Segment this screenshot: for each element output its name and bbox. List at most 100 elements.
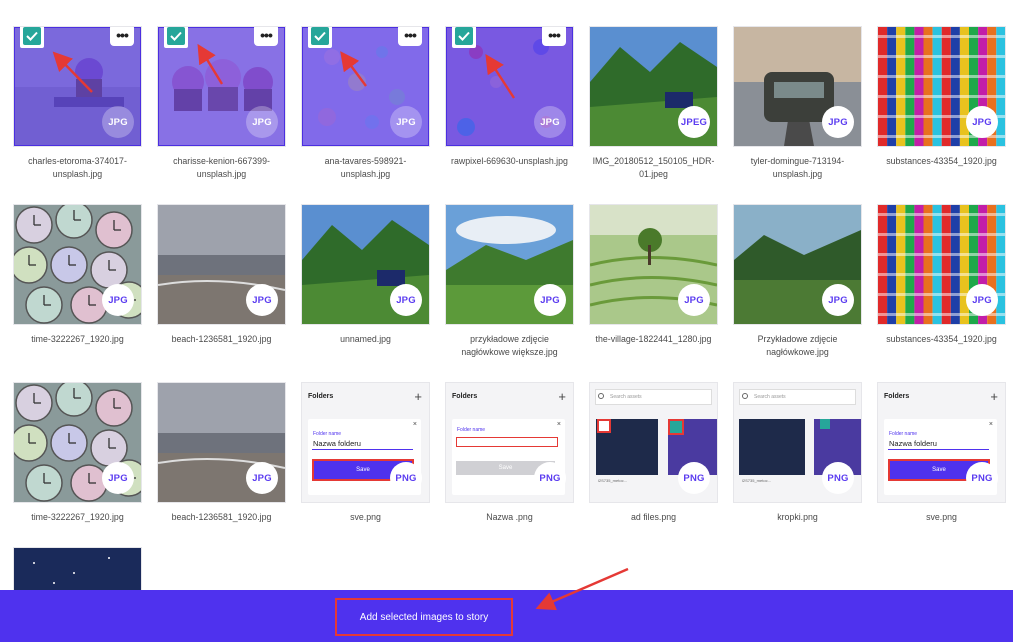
- select-checkbox[interactable]: [452, 27, 476, 48]
- asset-thumbnail[interactable]: JPG: [878, 205, 1005, 324]
- asset-thumbnail[interactable]: JPG: [14, 383, 141, 502]
- asset-thumbnail[interactable]: JPG: [878, 27, 1005, 146]
- asset-filename: the-village-1822441_1280.jpg: [595, 334, 712, 344]
- file-type-badge: PNG: [966, 462, 998, 494]
- asset-thumbnail[interactable]: JPG •••: [14, 27, 141, 146]
- add-selected-images-button[interactable]: Add selected images to story: [335, 598, 513, 636]
- file-type-badge: JPG: [246, 106, 278, 138]
- asset-thumbnail[interactable]: JPG: [14, 205, 141, 324]
- asset-filename: przykładowe zdjęcie nagłówkowe większe.j…: [461, 334, 558, 357]
- file-type-badge: JPG: [966, 106, 998, 138]
- asset-filename: Nazwa .png: [486, 512, 533, 522]
- asset-filename: unnamed.jpg: [340, 334, 391, 344]
- asset-thumbnail[interactable]: Search assets l2S735_metoc... PNG: [734, 383, 861, 502]
- asset-filename: tyler-domingue-713194-unsplash.jpg: [750, 156, 845, 179]
- file-type-badge: JPEG: [678, 106, 710, 138]
- file-type-badge: JPG: [390, 106, 422, 138]
- file-type-badge: PNG: [678, 462, 710, 494]
- asset-thumbnail[interactable]: JPG: [734, 205, 861, 324]
- mini-search-icon: [598, 393, 604, 399]
- asset-tile[interactable]: JPG substances-43354_1920.jpg: [878, 27, 1005, 168]
- asset-tile[interactable]: JPG beach-1236581_1920.jpg: [158, 205, 285, 346]
- asset-tile[interactable]: JPG ••• charles-etoroma-374017-unsplash.jp…: [14, 27, 141, 181]
- file-type-badge: PNG: [822, 462, 854, 494]
- select-checkbox[interactable]: [164, 27, 188, 48]
- asset-tile[interactable]: Folders + × Folder name Nazwa folderu Sa…: [302, 383, 429, 524]
- select-checkbox[interactable]: [20, 27, 44, 48]
- asset-tile[interactable]: JPG ••• rawpixel-669630-unsplash.jpg: [446, 27, 573, 168]
- asset-filename: kropki.png: [777, 512, 818, 522]
- mini-folder-name-value: Nazwa folderu: [313, 439, 361, 448]
- more-options-icon[interactable]: •••: [110, 27, 134, 46]
- asset-tile[interactable]: JPG time-3222267_1920.jpg: [14, 383, 141, 524]
- asset-filename: substances-43354_1920.jpg: [886, 334, 997, 344]
- check-icon: [167, 27, 185, 45]
- file-type-badge: PNG: [390, 462, 422, 494]
- asset-thumbnail[interactable]: JPG: [446, 205, 573, 324]
- asset-tile[interactable]: JPG Przykładowe zdjęcie nagłówkowe.jpg: [734, 205, 861, 359]
- asset-thumbnail[interactable]: JPG: [302, 205, 429, 324]
- asset-tile[interactable]: JPG przykładowe zdjęcie nagłówkowe większ…: [446, 205, 573, 359]
- more-options-icon[interactable]: •••: [254, 27, 278, 46]
- asset-tile[interactable]: JPEG IMG_20180512_150105_HDR-01.jpeg: [590, 27, 717, 181]
- asset-filename: sve.png: [350, 512, 381, 522]
- mini-folder-name-label: Folder name: [313, 431, 342, 437]
- mini-search-input: Search assets: [595, 389, 712, 405]
- asset-thumbnail[interactable]: JPG •••: [158, 27, 285, 146]
- asset-thumbnail[interactable]: JPG: [158, 383, 285, 502]
- asset-tile[interactable]: Search assets l2S735_metoc... PNG ad files…: [590, 383, 717, 524]
- mini-folders-title: Folders: [308, 393, 334, 400]
- mini-folder-name-label: Folder name: [889, 431, 918, 437]
- asset-filename: Przykładowe zdjęcie nagłówkowe.jpg: [757, 334, 838, 357]
- asset-thumbnail[interactable]: Folders + × Folder name Save PNG: [446, 383, 573, 502]
- file-type-badge: JPG: [822, 106, 854, 138]
- asset-tile[interactable]: JPG substances-43354_1920.jpg: [878, 205, 1005, 346]
- asset-tile[interactable]: JPG the-village-1822441_1280.jpg: [590, 205, 717, 346]
- mini-plus-icon: +: [414, 389, 422, 404]
- asset-thumbnail[interactable]: Folders + × Folder name Nazwa folderu Sa…: [878, 383, 1005, 502]
- mini-folders-title: Folders: [452, 393, 478, 400]
- mini-search-icon: [742, 393, 748, 399]
- footer-bar: Add selected images to story: [0, 590, 1013, 642]
- mini-close-icon: ×: [412, 421, 417, 428]
- file-type-badge: JPG: [534, 284, 566, 316]
- asset-tile[interactable]: Folders + × Folder name Save PNG Nazwa .p…: [446, 383, 573, 524]
- asset-thumbnail[interactable]: Search assets l2S735_metoc... PNG: [590, 383, 717, 502]
- asset-grid: JPG ••• charles-etoroma-374017-unsplash.jp…: [0, 0, 1013, 642]
- asset-tile[interactable]: Folders + × Folder name Nazwa folderu Sa…: [878, 383, 1005, 524]
- asset-filename: beach-1236581_1920.jpg: [171, 334, 272, 344]
- asset-thumbnail[interactable]: JPG •••: [446, 27, 573, 146]
- asset-tile[interactable]: JPG ••• charisse-kenion-667399-unsplash.jp…: [158, 27, 285, 181]
- more-options-icon[interactable]: •••: [398, 27, 422, 46]
- more-options-icon[interactable]: •••: [542, 27, 566, 46]
- asset-filename: substances-43354_1920.jpg: [886, 156, 997, 166]
- file-type-badge: JPG: [102, 462, 134, 494]
- asset-tile[interactable]: JPG tyler-domingue-713194-unsplash.jpg: [734, 27, 861, 181]
- mini-close-icon: ×: [556, 421, 561, 428]
- file-type-badge: JPG: [390, 284, 422, 316]
- asset-filename: time-3222267_1920.jpg: [31, 512, 124, 522]
- asset-filename: charles-etoroma-374017-unsplash.jpg: [28, 156, 127, 179]
- file-type-badge: JPG: [246, 462, 278, 494]
- asset-thumbnail[interactable]: JPG •••: [302, 27, 429, 146]
- asset-filename: sve.png: [926, 512, 957, 522]
- asset-thumbnail[interactable]: JPG: [590, 205, 717, 324]
- asset-thumbnail[interactable]: Folders + × Folder name Nazwa folderu Sa…: [302, 383, 429, 502]
- select-checkbox[interactable]: [308, 27, 332, 48]
- mini-plus-icon: +: [990, 389, 998, 404]
- asset-thumbnail[interactable]: JPG: [734, 27, 861, 146]
- asset-filename: IMG_20180512_150105_HDR-01.jpeg: [592, 156, 715, 179]
- asset-tile[interactable]: JPG unnamed.jpg: [302, 205, 429, 346]
- check-icon: [23, 27, 41, 45]
- mini-folders-title: Folders: [884, 393, 910, 400]
- check-icon: [455, 27, 473, 45]
- asset-tile[interactable]: Search assets l2S735_metoc... PNG kropki.p…: [734, 383, 861, 524]
- asset-tile[interactable]: JPG beach-1236581_1920.jpg: [158, 383, 285, 524]
- asset-thumbnail[interactable]: JPG: [158, 205, 285, 324]
- asset-tile[interactable]: JPG ••• ana-tavares-598921-unsplash.jpg: [302, 27, 429, 181]
- file-type-badge: JPG: [246, 284, 278, 316]
- asset-thumbnail[interactable]: JPEG: [590, 27, 717, 146]
- mini-search-input: Search assets: [739, 389, 856, 405]
- file-type-badge: JPG: [822, 284, 854, 316]
- asset-tile[interactable]: JPG time-3222267_1920.jpg: [14, 205, 141, 346]
